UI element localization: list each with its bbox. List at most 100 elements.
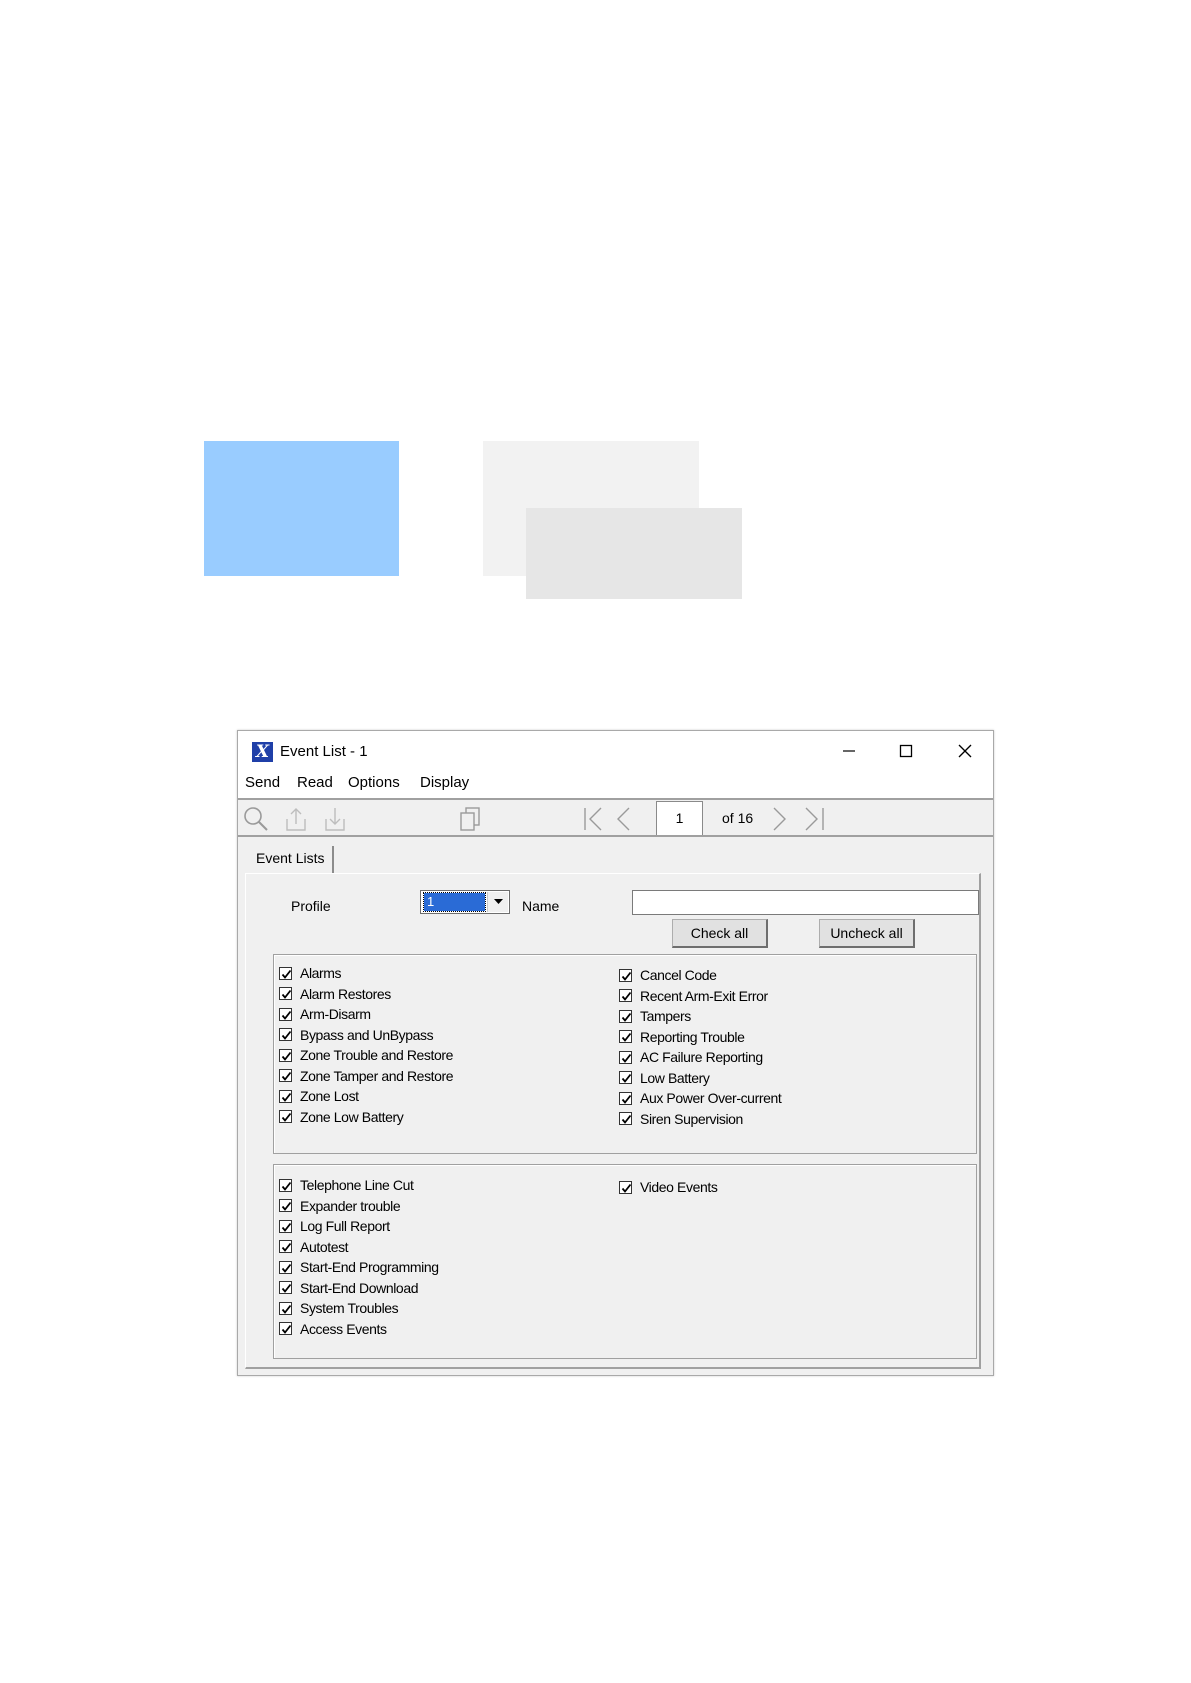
checkbox[interactable] xyxy=(279,1199,292,1212)
checkbox[interactable] xyxy=(619,1112,632,1125)
checkbox-label: Start-End Download xyxy=(300,1279,419,1296)
checkbox[interactable] xyxy=(619,968,632,982)
copy-icon[interactable] xyxy=(456,805,484,833)
first-page-icon[interactable] xyxy=(581,805,609,833)
event-checkbox-item[interactable]: Start-End Download xyxy=(279,1279,418,1297)
checkbox-label: Alarm Restores xyxy=(300,985,391,1002)
menu-send[interactable]: Send xyxy=(245,774,280,791)
page-number-input[interactable]: 1 xyxy=(656,801,703,835)
event-checkbox-item[interactable]: Telephone Line Cut xyxy=(279,1176,414,1194)
checkbox[interactable] xyxy=(279,966,292,980)
checkbox-label: Expander trouble xyxy=(300,1197,401,1214)
checkbox-label: Video Events xyxy=(640,1179,718,1195)
content-area: Event Lists Profile 1 Name Check all Unc… xyxy=(238,837,993,1375)
event-checkbox-item[interactable]: Alarm Restores xyxy=(279,985,391,1003)
event-checkbox-item[interactable]: Log Full Report xyxy=(279,1217,390,1235)
event-checkbox-item[interactable]: Siren Supervision xyxy=(619,1110,743,1128)
checkbox-label: Access Events xyxy=(300,1320,387,1337)
event-checkbox-item[interactable]: Recent Arm-Exit Error xyxy=(619,987,768,1005)
checkbox[interactable] xyxy=(279,1089,292,1103)
event-checkbox-item[interactable]: Arm-Disarm xyxy=(279,1005,371,1023)
menu-options[interactable]: Options xyxy=(348,774,400,791)
checkbox[interactable] xyxy=(279,1322,292,1335)
profile-label: Profile xyxy=(291,898,331,914)
event-checkbox-item[interactable]: System Troubles xyxy=(279,1299,399,1317)
checkbox[interactable] xyxy=(619,1180,632,1194)
event-checkbox-item[interactable]: Aux Power Over-current xyxy=(619,1089,782,1107)
checkbox-label: Autotest xyxy=(300,1238,349,1255)
checkbox[interactable] xyxy=(619,1050,632,1064)
name-input[interactable] xyxy=(632,890,979,915)
checkbox[interactable] xyxy=(279,1260,292,1274)
checkbox[interactable] xyxy=(279,1301,292,1315)
menu-display[interactable]: Display xyxy=(420,774,469,791)
event-checkbox-item[interactable]: Alarms xyxy=(279,964,342,982)
maximize-icon xyxy=(899,744,913,758)
checkbox[interactable] xyxy=(619,1071,632,1084)
event-checkbox-item[interactable]: Bypass and UnBypass xyxy=(279,1026,434,1044)
checkbox-label: Start-End Programming xyxy=(300,1259,439,1275)
checkbox[interactable] xyxy=(279,1110,292,1123)
event-checkbox-item[interactable]: Zone Trouble and Restore xyxy=(279,1046,453,1064)
upload-icon[interactable] xyxy=(282,805,310,833)
checkbox[interactable] xyxy=(619,1091,632,1105)
last-page-icon[interactable] xyxy=(800,805,828,833)
title-bar: X Event List - 1 xyxy=(238,731,993,771)
event-checkbox-item[interactable]: Cancel Code xyxy=(619,966,717,984)
checkbox-label: Zone Trouble and Restore xyxy=(300,1047,454,1063)
checkbox[interactable] xyxy=(619,1009,632,1023)
maximize-button[interactable] xyxy=(883,734,929,768)
checkbox[interactable] xyxy=(619,989,632,1002)
close-button[interactable] xyxy=(942,734,988,768)
event-checkbox-item[interactable]: Video Events xyxy=(619,1178,718,1196)
checkbox-label: Recent Arm-Exit Error xyxy=(640,987,768,1004)
checkbox[interactable] xyxy=(619,1030,632,1043)
checkbox[interactable] xyxy=(279,1028,292,1041)
checkbox-label: Aux Power Over-current xyxy=(640,1090,782,1106)
checkbox[interactable] xyxy=(279,987,292,1000)
event-checkbox-item[interactable]: Low Battery xyxy=(619,1069,710,1087)
checkbox-label: Telephone Line Cut xyxy=(300,1177,414,1193)
uncheck-all-button[interactable]: Uncheck all xyxy=(819,919,915,948)
event-checkbox-item[interactable]: Start-End Programming xyxy=(279,1258,439,1276)
checkbox[interactable] xyxy=(279,1007,292,1021)
event-checkbox-item[interactable]: Expander trouble xyxy=(279,1197,401,1215)
checkbox[interactable] xyxy=(279,1240,292,1253)
minimize-button[interactable] xyxy=(826,734,872,768)
event-checkbox-item[interactable]: Reporting Trouble xyxy=(619,1028,745,1046)
tab-panel: Profile 1 Name Check all Uncheck all Ala… xyxy=(245,873,981,1369)
checkbox-label: Reporting Trouble xyxy=(640,1028,745,1045)
event-checkbox-item[interactable]: Access Events xyxy=(279,1320,387,1338)
checkbox[interactable] xyxy=(279,1069,292,1082)
event-checkbox-item[interactable]: AC Failure Reporting xyxy=(619,1048,763,1066)
checkbox-label: Zone Low Battery xyxy=(300,1108,404,1125)
check-all-button[interactable]: Check all xyxy=(672,919,768,948)
download-icon[interactable] xyxy=(321,805,349,833)
checkbox-label: Log Full Report xyxy=(300,1218,390,1234)
event-checkbox-item[interactable]: Zone Tamper and Restore xyxy=(279,1067,454,1085)
tab-event-lists[interactable]: Event Lists xyxy=(247,846,334,873)
checkbox-label: Zone Tamper and Restore xyxy=(300,1067,454,1084)
checkbox-label: Zone Lost xyxy=(300,1088,359,1104)
checkbox-label: Alarms xyxy=(300,965,342,981)
prev-page-icon[interactable] xyxy=(611,805,639,833)
app-x-icon: X xyxy=(252,742,273,762)
chevron-down-icon[interactable] xyxy=(487,892,508,912)
event-checkbox-item[interactable]: Zone Lost xyxy=(279,1087,359,1105)
event-checkbox-item[interactable]: Tampers xyxy=(619,1007,691,1025)
event-checkbox-item[interactable]: Autotest xyxy=(279,1238,349,1256)
event-checkbox-item[interactable]: Zone Low Battery xyxy=(279,1108,404,1126)
checkbox[interactable] xyxy=(279,1178,292,1192)
next-page-icon[interactable] xyxy=(765,805,793,833)
gray-rectangle-front xyxy=(526,508,742,599)
name-label: Name xyxy=(522,898,560,914)
checkbox[interactable] xyxy=(279,1281,292,1294)
checkbox[interactable] xyxy=(279,1048,292,1062)
menu-read[interactable]: Read xyxy=(297,774,333,791)
profile-select[interactable]: 1 xyxy=(420,890,510,914)
checkbox-label: Bypass and UnBypass xyxy=(300,1026,434,1043)
event-group-2: Telephone Line Cut Expander trouble Log Fu… xyxy=(273,1164,977,1359)
search-icon[interactable] xyxy=(242,805,270,833)
checkbox[interactable] xyxy=(279,1219,292,1233)
event-group-1: Alarms Alarm Restores Arm-Disarm Bypass and… xyxy=(273,954,977,1154)
